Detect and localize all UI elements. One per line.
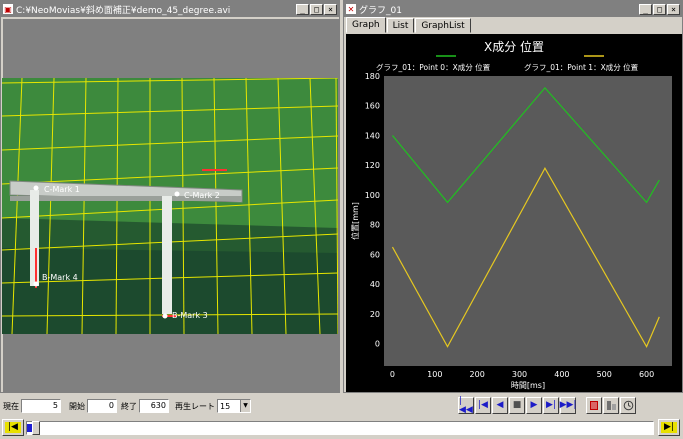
settings-icon[interactable]: [603, 397, 619, 414]
video-app-icon: ▣: [3, 4, 13, 14]
clock-icon[interactable]: [620, 397, 636, 414]
video-window-title: C:¥NeoMovias¥斜め面補正¥demo_45_degree.avi: [16, 5, 231, 16]
play-reverse-button[interactable]: ◀: [492, 397, 508, 414]
rate-label: 再生レート: [175, 401, 215, 411]
video-scene: C-Mark 1 C-Mark 2 B-Mark 4 B-Mark 3: [2, 78, 338, 334]
play-forward-button[interactable]: ▶: [526, 397, 542, 414]
y-tick-label: 80: [370, 221, 380, 230]
y-tick-label: 0: [375, 340, 380, 349]
video-titlebar[interactable]: ▣ C:¥NeoMovias¥斜め面補正¥demo_45_degree.avi …: [1, 1, 339, 17]
y-tick-label: 160: [365, 102, 380, 111]
x-tick-label: 400: [554, 370, 569, 379]
y-tick-label: 60: [370, 250, 380, 259]
x-tick-label: 500: [597, 370, 612, 379]
tab-list[interactable]: List: [386, 18, 415, 33]
post-left: [30, 190, 39, 286]
marker-label-b3: B-Mark 3: [172, 311, 208, 320]
graph-minimize-button[interactable]: _: [639, 3, 652, 15]
record-icon[interactable]: [586, 397, 602, 414]
y-tick-label: 120: [365, 161, 380, 170]
chevron-down-icon: ▼: [240, 400, 250, 412]
marker-label-b4: B-Mark 4: [42, 273, 78, 282]
end-frame-input[interactable]: 630: [139, 399, 169, 413]
marker-dot-c1[interactable]: [33, 185, 39, 191]
clock-icon-svg: [623, 400, 633, 411]
end-label: 終了: [121, 401, 137, 411]
marker-label-c1: C-Mark 1: [44, 185, 80, 194]
seek-end-button[interactable]: ▶|: [658, 419, 680, 436]
app-root: ▣ C:¥NeoMovias¥斜め面補正¥demo_45_degree.avi …: [0, 0, 683, 439]
controls-spacer: [577, 397, 585, 414]
go-first-button[interactable]: |◀◀: [458, 396, 474, 414]
seek-start-button[interactable]: |◀: [2, 419, 24, 436]
graph-close-button[interactable]: ×: [667, 3, 680, 15]
rate-select-value: 15: [220, 401, 231, 411]
graph-tabs: Graph List GraphList: [346, 17, 472, 34]
x-tick-label: 100: [427, 370, 442, 379]
y-tick-label: 180: [365, 72, 380, 81]
x-axis-label: 時間[ms]: [511, 381, 545, 390]
stop-button[interactable]: ■: [509, 397, 525, 414]
graph-window-title: グラフ_01: [359, 5, 402, 16]
graph-app-icon: ✕: [346, 4, 356, 14]
seek-end-icon: ▶|: [661, 422, 677, 433]
legend-label-1: グラフ_01：Point 1：X成分 位置: [524, 62, 639, 72]
step-forward-button[interactable]: ▶|: [543, 397, 559, 414]
marker-dot-b4[interactable]: [33, 281, 39, 287]
chart-svg: X成分 位置 グラフ_01：Point 0：X成分 位置 グラフ_01：Point…: [346, 34, 682, 392]
marker-label-c2: C-Mark 2: [184, 191, 220, 200]
playback-toolbar: 現在 5 開始 0 終了 630 再生レート 15 ▼ |◀◀ |◀ ◀ ■ ▶…: [0, 396, 683, 416]
seek-track[interactable]: [26, 421, 654, 435]
legend-label-0: グラフ_01：Point 0：X成分 位置: [376, 62, 491, 72]
video-maximize-button[interactable]: □: [310, 3, 323, 15]
tab-graph[interactable]: Graph: [346, 17, 386, 33]
current-frame-input[interactable]: 5: [21, 399, 61, 413]
x-tick-label: 600: [639, 370, 654, 379]
y-tick-label: 20: [370, 310, 380, 319]
x-tick-label: 200: [470, 370, 485, 379]
graph-area[interactable]: X成分 位置 グラフ_01：Point 0：X成分 位置 グラフ_01：Point…: [346, 34, 682, 392]
marker-dot-b3[interactable]: [162, 313, 168, 319]
graph-window: ✕ グラフ_01 _ □ × Graph List GraphList X成分 …: [343, 0, 683, 393]
y-tick-label: 140: [365, 131, 380, 140]
post-right: [162, 196, 172, 314]
start-label: 開始: [69, 401, 85, 411]
settings-icon-svg: [606, 401, 616, 410]
chart-title: X成分 位置: [484, 39, 544, 54]
video-minimize-button[interactable]: _: [296, 3, 309, 15]
seek-start-icon: |◀: [5, 422, 21, 433]
seek-bar: |◀ ▶|: [0, 418, 683, 439]
graph-titlebar[interactable]: ✕ グラフ_01 _ □ ×: [344, 1, 682, 17]
marker-dot-c2[interactable]: [174, 191, 180, 197]
step-back-button[interactable]: |◀: [475, 397, 491, 414]
rate-select[interactable]: 15 ▼: [217, 399, 251, 413]
x-tick-label: 0: [390, 370, 395, 379]
seek-thumb[interactable]: [32, 421, 40, 435]
tab-graphlist[interactable]: GraphList: [415, 18, 471, 33]
video-frame[interactable]: C-Mark 1 C-Mark 2 B-Mark 4 B-Mark 3: [2, 78, 338, 334]
start-frame-input[interactable]: 0: [87, 399, 117, 413]
y-tick-label: 40: [370, 280, 380, 289]
x-tick-label: 300: [512, 370, 527, 379]
graph-maximize-button[interactable]: □: [653, 3, 666, 15]
plot-area: [384, 76, 672, 366]
video-close-button[interactable]: ×: [324, 3, 337, 15]
record-icon-svg: [590, 401, 598, 410]
go-last-button[interactable]: ▶▶|: [560, 397, 576, 414]
y-axis-label: 位置[mm]: [350, 202, 360, 240]
current-label: 現在: [3, 401, 19, 411]
y-tick-label: 100: [365, 191, 380, 200]
playback-controls: |◀◀ |◀ ◀ ■ ▶ ▶| ▶▶|: [458, 396, 636, 414]
